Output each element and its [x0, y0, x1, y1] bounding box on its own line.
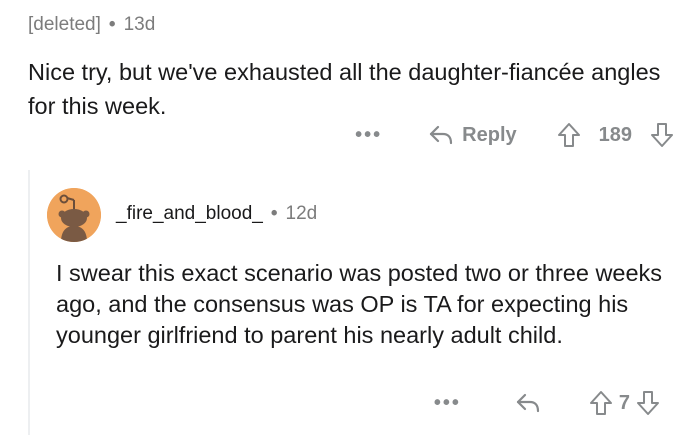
more-options-icon[interactable]: •••	[355, 125, 382, 145]
downvote-arrow-icon[interactable]	[636, 390, 660, 416]
vote-score: 189	[598, 123, 632, 146]
comment-timestamp: 12d	[285, 203, 318, 224]
meta-separator: •	[108, 14, 116, 35]
comment-thread: [deleted] • 13d Nice try, but we've exha…	[0, 0, 700, 435]
meta-separator: •	[270, 203, 278, 224]
reply-arrow-icon	[428, 124, 454, 146]
reply-label: Reply	[462, 123, 517, 146]
comment-author[interactable]: [deleted]	[28, 14, 101, 36]
vote-controls: 189	[557, 122, 674, 148]
comment-body: Nice try, but we've exhausted all the da…	[28, 59, 661, 119]
reply-button[interactable]: Reply	[428, 123, 517, 147]
comment-timestamp: 13d	[123, 14, 156, 35]
comment-actions: ••• Reply 189	[355, 122, 674, 148]
reply-arrow-icon[interactable]	[515, 392, 541, 414]
comment-meta: _fire_and_blood_ • 12d	[116, 203, 317, 225]
downvote-arrow-icon[interactable]	[650, 122, 674, 148]
snoo-avatar-icon	[47, 188, 101, 242]
comment-body: I swear this exact scenario was posted t…	[56, 260, 663, 348]
avatar[interactable]	[47, 188, 101, 242]
comment-actions: ••• 7	[434, 390, 660, 416]
upvote-arrow-icon[interactable]	[557, 122, 581, 148]
vote-controls: 7	[589, 390, 660, 416]
thread-line[interactable]	[28, 170, 30, 435]
upvote-arrow-icon[interactable]	[589, 390, 613, 416]
comment-author[interactable]: _fire_and_blood_	[116, 203, 263, 225]
vote-score: 7	[618, 391, 630, 414]
more-options-icon[interactable]: •••	[434, 393, 461, 413]
comment-meta: [deleted] • 13d	[28, 14, 155, 36]
